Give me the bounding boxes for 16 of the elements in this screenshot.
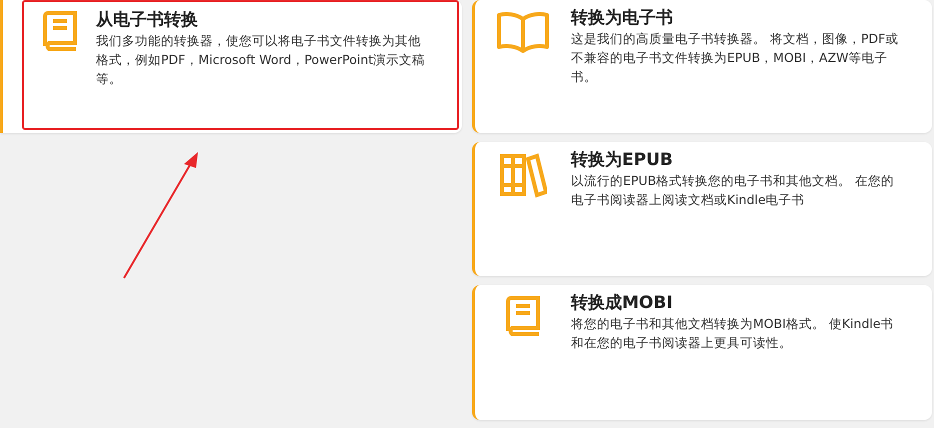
card-description: 这是我们的高质量电子书转换器。 将文档，图像，PDF或不兼容的电子书文件转换为EPUB，MOBI，AZW等电子书。 <box>571 30 900 86</box>
book-icon <box>504 295 542 337</box>
converter-card[interactable]: 转换成MOBI 将您的电子书和其他文档转换为MOBI格式。 使Kindle书和在您的电子书阅读器上更具可读性。 <box>472 285 932 420</box>
converter-card[interactable]: 从电子书转换 我们多功能的转换器，使您可以将电子书文件转换为其他格式，例如PDF，Microsoft Word，PowerPoint演示文稿等。 <box>0 0 462 133</box>
converter-card[interactable]: 转换为电子书 这是我们的高质量电子书转换器。 将文档，图像，PDF或不兼容的电子书文件转换为EPUB，MOBI，AZW等电子书。 <box>472 0 932 133</box>
card-description: 以流行的EPUB格式转换您的电子书和其他文档。 在您的电子书阅读器上阅读文档或Kindle电子书 <box>571 172 896 209</box>
book-icon <box>41 10 79 52</box>
card-description: 将您的电子书和其他文档转换为MOBI格式。 使Kindle书和在您的电子书阅读器上更具可读性。 <box>571 315 895 352</box>
card-description: 我们多功能的转换器，使您可以将电子书文件转换为其他格式，例如PDF，Microsoft Word，PowerPoint演示文稿等。 <box>96 32 426 88</box>
card-title: 转换为电子书 <box>571 7 674 29</box>
card-title: 转换为EPUB <box>571 149 674 171</box>
card-title: 从电子书转换 <box>96 9 199 31</box>
card-title: 转换成MOBI <box>571 292 674 314</box>
converter-card[interactable]: 转换为EPUB 以流行的EPUB格式转换您的电子书和其他文档。 在您的电子书阅读器上阅读文档或Kindle电子书 <box>472 142 932 276</box>
books-icon <box>499 152 547 198</box>
open-book-icon <box>496 10 550 54</box>
